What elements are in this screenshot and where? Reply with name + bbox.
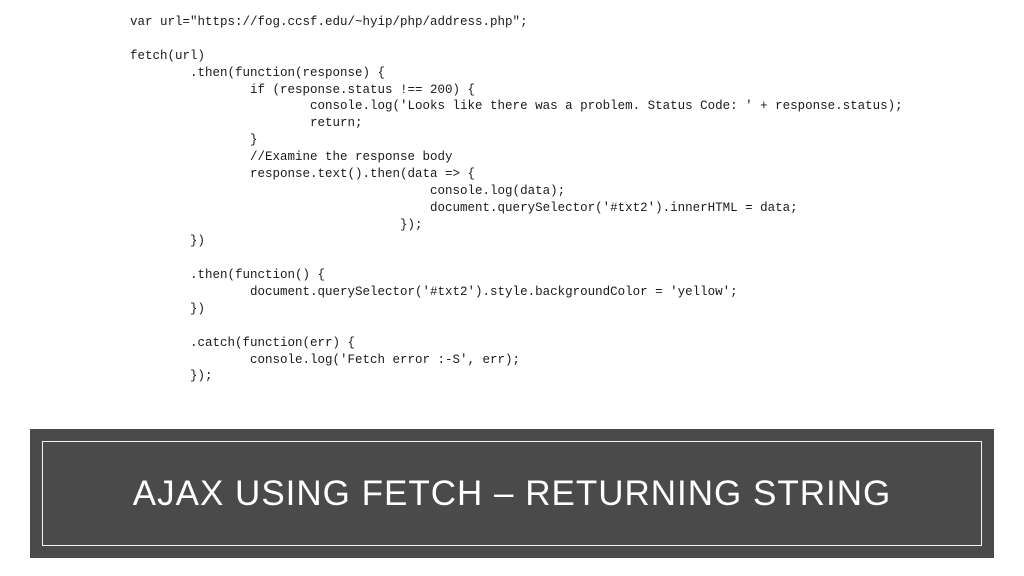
code-block: var url="https://fog.ccsf.edu/~hyip/php/… (0, 0, 1024, 419)
title-container: AJAX USING FETCH – RETURNING STRING (30, 429, 994, 558)
slide-title: AJAX USING FETCH – RETURNING STRING (63, 470, 961, 517)
title-inner-border: AJAX USING FETCH – RETURNING STRING (42, 441, 982, 546)
